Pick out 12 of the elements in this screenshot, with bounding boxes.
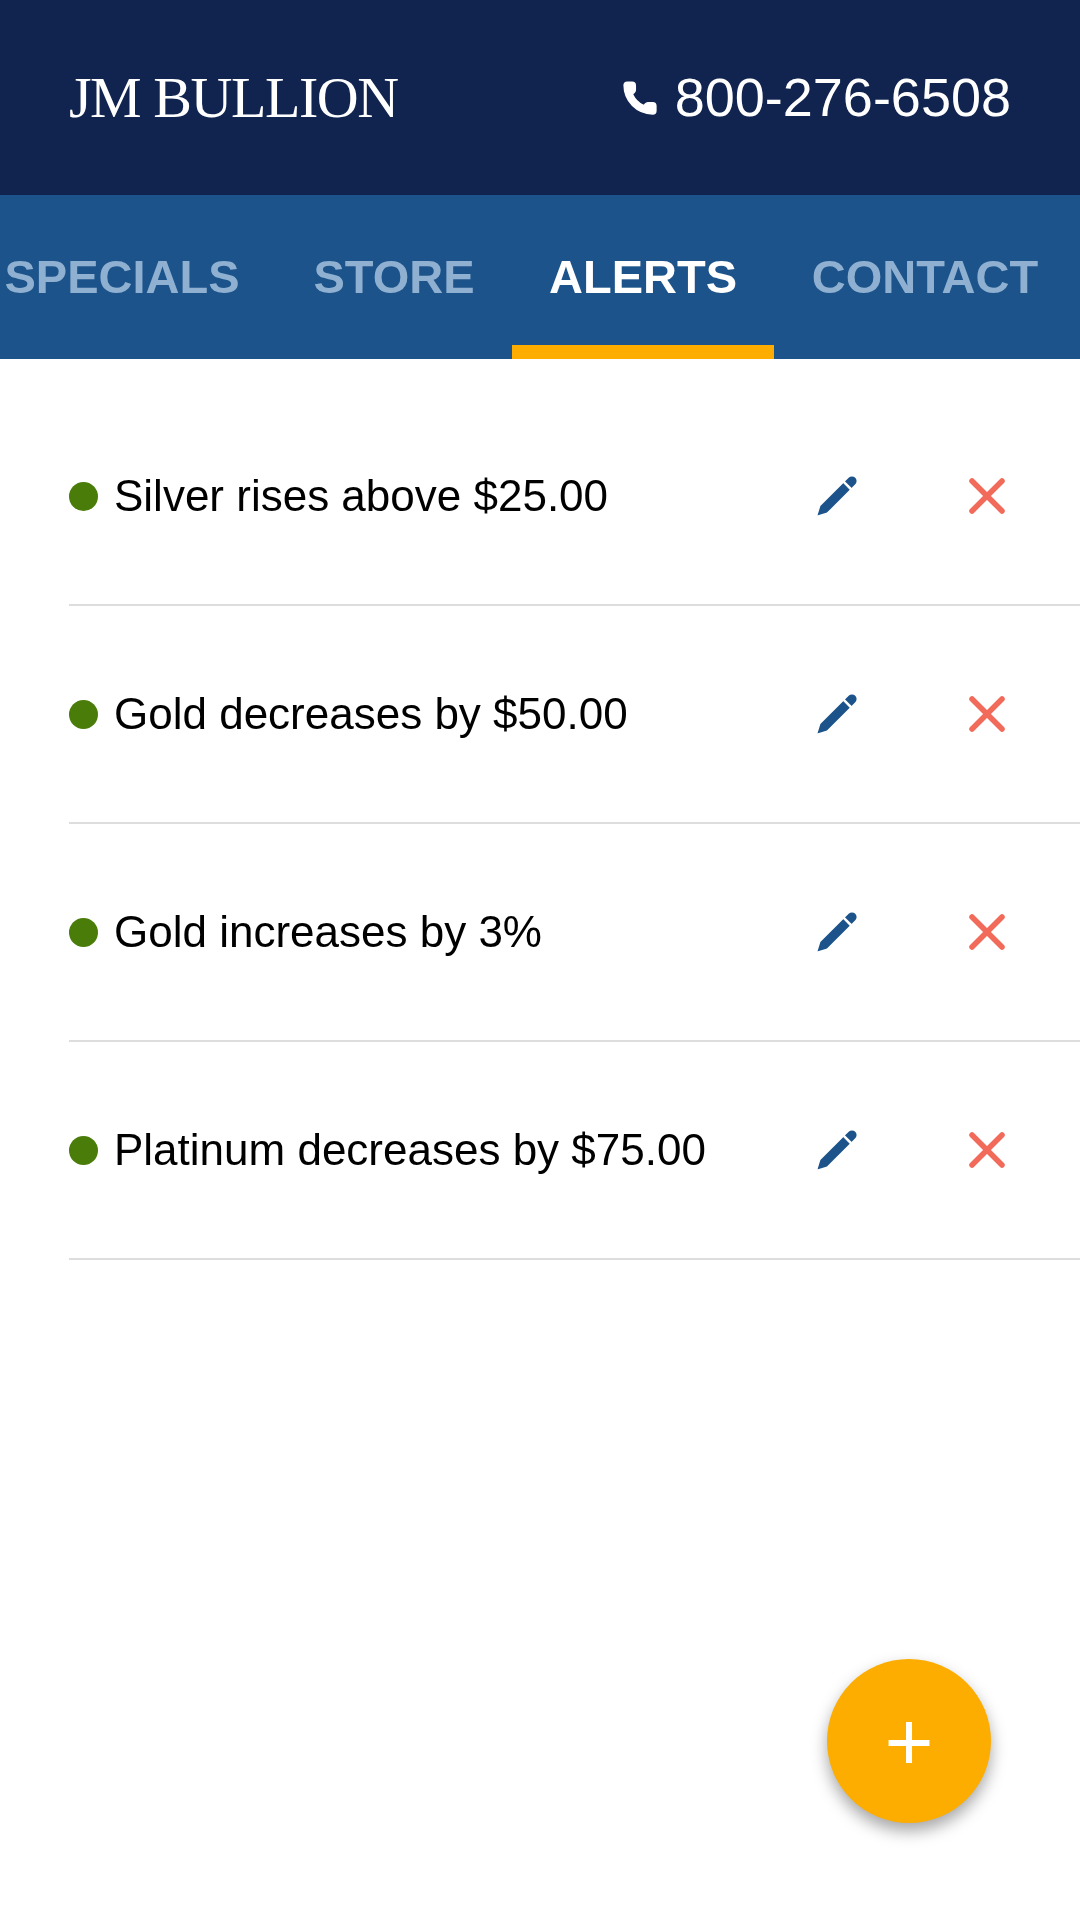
alert-text: Silver rises above $25.00 [114, 470, 610, 522]
logo: JM BULLION [69, 64, 398, 132]
alert-text: Gold decreases by $50.00 [114, 688, 629, 740]
add-button[interactable]: + [827, 1659, 991, 1823]
nav-tab[interactable]: SPECIALS [0, 195, 276, 359]
nav-tab[interactable]: ALERTS [512, 195, 774, 359]
alert-text: Gold increases by 3% [114, 906, 543, 958]
alert-text: Platinum decreases by $75.00 [114, 1124, 707, 1176]
phone-number[interactable]: 800-276-6508 [674, 57, 1011, 138]
nav-tab[interactable]: STORE [276, 195, 512, 359]
phone-icon [620, 78, 659, 117]
nav-tab[interactable]: CONTACT [774, 195, 1076, 359]
